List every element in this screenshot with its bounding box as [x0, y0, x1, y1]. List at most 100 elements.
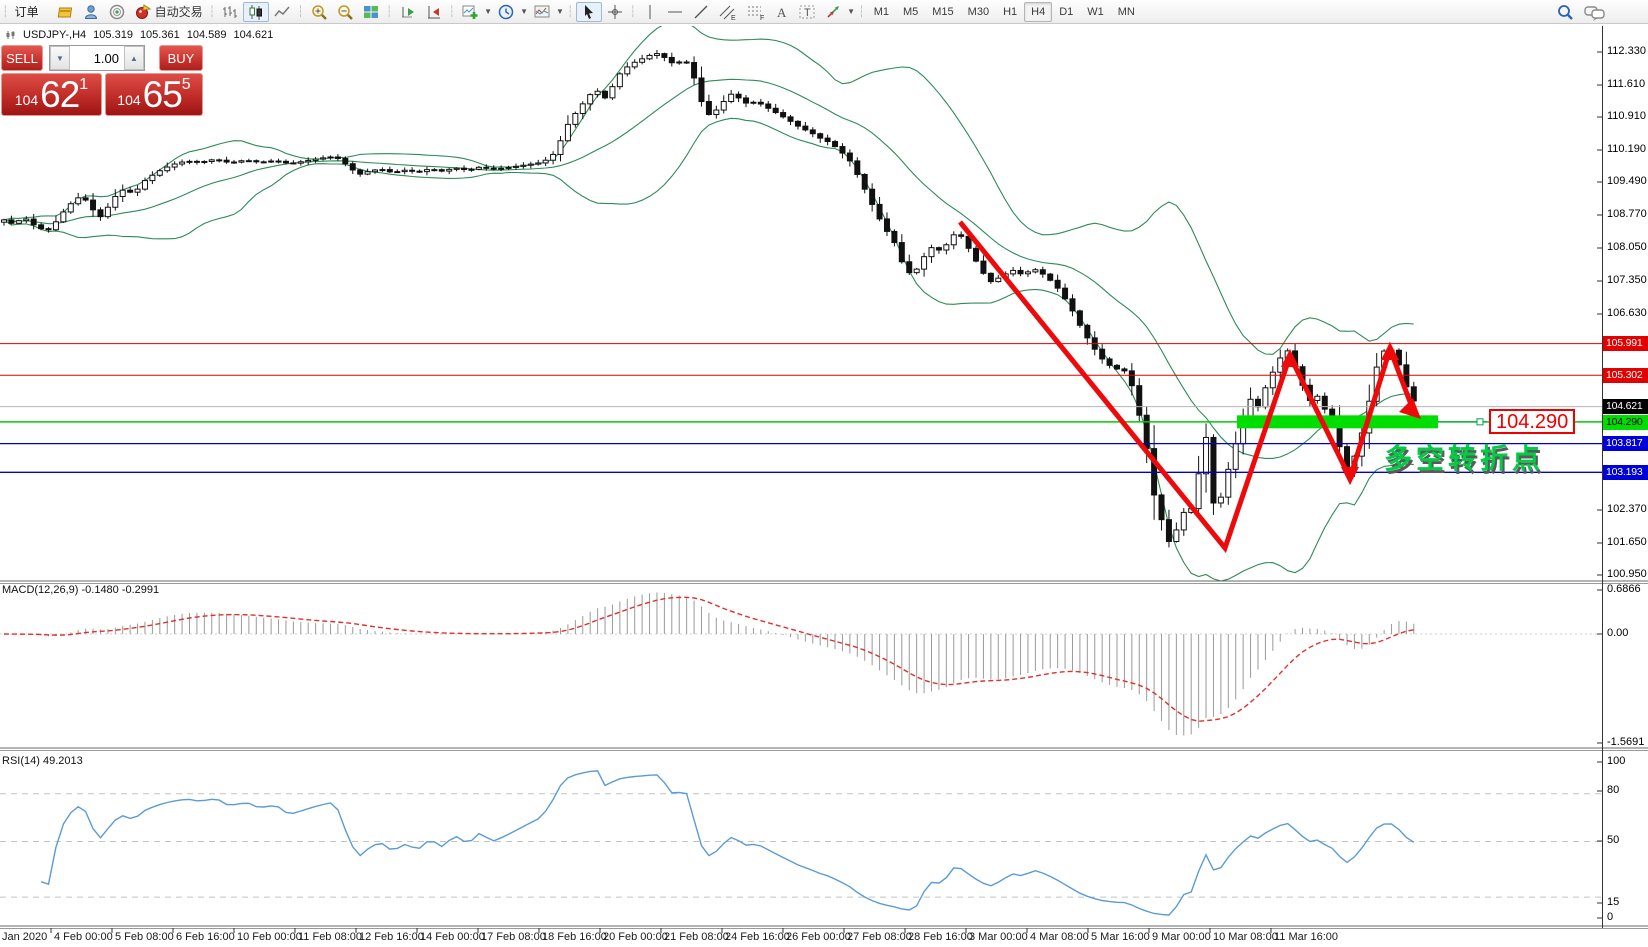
- turning-point-annotation[interactable]: 多空转折点: [1384, 437, 1544, 477]
- timeframe-button-H1[interactable]: H1: [996, 2, 1024, 22]
- time-axis-label: 5 Feb 08:00: [115, 931, 174, 943]
- sell-price-display[interactable]: 104 62 1: [1, 73, 102, 116]
- timeframe-button-W1[interactable]: W1: [1080, 2, 1111, 22]
- horizontal-line-tool[interactable]: [662, 2, 688, 22]
- zoom-in-button[interactable]: [306, 2, 332, 22]
- sell-button[interactable]: SELL: [1, 45, 43, 71]
- time-axis-label: 14 Feb 00:00: [420, 931, 485, 943]
- search-icon[interactable]: [1556, 3, 1574, 21]
- bars-mode-icon: [221, 3, 239, 21]
- auto-scroll-button[interactable]: [395, 2, 421, 22]
- signals-button[interactable]: [104, 2, 130, 22]
- time-axis-label: 21 Feb 08:00: [664, 931, 729, 943]
- chat-icon[interactable]: [1584, 3, 1606, 21]
- templates-caret[interactable]: ▼: [556, 7, 564, 16]
- toolbar-drag-handle: ┆: [630, 5, 637, 18]
- timeframe-button-M1[interactable]: M1: [867, 2, 896, 22]
- price-flag-label[interactable]: 104.290: [1489, 409, 1575, 434]
- volume-increase-button[interactable]: ▲: [124, 46, 144, 70]
- text-label-tool[interactable]: T: [794, 2, 820, 22]
- crosshair-tool-button[interactable]: [602, 2, 628, 22]
- new-order-button[interactable]: 新订单: [11, 2, 52, 22]
- autotrading-button[interactable]: 自动交易: [130, 2, 207, 22]
- trendline-tool[interactable]: [688, 2, 714, 22]
- templates-button[interactable]: [529, 2, 555, 22]
- radar-icon: [108, 3, 126, 21]
- time-axis-label: 24 Feb 16:00: [725, 931, 790, 943]
- price-badge: 103.193: [1603, 465, 1648, 480]
- one-click-trading-panel: SELL ▼ 1.00 ▲ BUY 104 62 1 104 65 5: [1, 45, 204, 116]
- rsi-axis-label: 80: [1607, 784, 1619, 796]
- channel-tool[interactable]: E: [714, 2, 742, 22]
- time-axis-label: 3 Mar 00:00: [969, 931, 1028, 943]
- cursor-tool-button[interactable]: [576, 2, 602, 22]
- text-tool[interactable]: A: [770, 2, 794, 22]
- price-axis-label: 109.490: [1607, 175, 1647, 187]
- template-icon: [533, 3, 551, 21]
- chart-shift-icon: [425, 3, 443, 21]
- chart-shift-button[interactable]: [421, 2, 447, 22]
- svg-text:T: T: [804, 7, 811, 19]
- price-axis-label: 110.190: [1607, 143, 1646, 155]
- rsi-axis-label: 100: [1607, 755, 1625, 767]
- timeframe-button-M5[interactable]: M5: [896, 2, 925, 22]
- timeframe-button-M15[interactable]: M15: [925, 2, 960, 22]
- volume-input[interactable]: 1.00: [70, 46, 124, 70]
- price-axis-label: 112.330: [1607, 45, 1646, 57]
- accounts-button[interactable]: [78, 2, 104, 22]
- new-chart-caret[interactable]: ▼: [484, 7, 492, 16]
- ohlc-open: 105.319: [93, 29, 133, 41]
- time-axis-label: 12 Feb 16:00: [359, 931, 424, 943]
- arrows-tool-caret[interactable]: ▼: [847, 7, 855, 16]
- line-chart-mode-button[interactable]: [269, 2, 295, 22]
- line-mode-icon: [273, 3, 291, 21]
- book-icon: [56, 3, 74, 21]
- new-chart-button[interactable]: [457, 2, 483, 22]
- vline-icon: [643, 3, 657, 21]
- toolbar-drag-handle: ┆: [449, 5, 456, 18]
- zoom-out-button[interactable]: [332, 2, 358, 22]
- price-badge: 104.621: [1603, 399, 1648, 414]
- bar-chart-mode-button[interactable]: [217, 2, 243, 22]
- toolbar-drag-handle: ┆: [2, 5, 9, 18]
- ohlc-high: 105.361: [140, 29, 180, 41]
- price-axis-label: 108.770: [1607, 208, 1647, 220]
- time-axis-label: 20 Feb 00:00: [603, 931, 668, 943]
- toolbar-right-group: [1556, 3, 1606, 21]
- timeframe-button-MN[interactable]: MN: [1111, 2, 1142, 22]
- time-axis-label: 6 Feb 16:00: [176, 931, 235, 943]
- buy-button[interactable]: BUY: [159, 45, 203, 71]
- timeframe-button-H4[interactable]: H4: [1024, 2, 1052, 22]
- timeframe-toolbar: M1M5M15M30H1H4D1W1MN: [867, 2, 1142, 22]
- buy-price-display[interactable]: 104 65 5: [105, 73, 203, 116]
- periods-caret[interactable]: ▼: [520, 7, 528, 16]
- vertical-line-tool[interactable]: [638, 2, 662, 22]
- time-axis-label: 4 Feb 00:00: [54, 931, 113, 943]
- arrows-tool[interactable]: [820, 2, 846, 22]
- person-icon: [82, 3, 100, 21]
- timeframe-button-M30[interactable]: M30: [961, 2, 996, 22]
- macd-pane: [0, 593, 1602, 736]
- label-icon: T: [798, 3, 816, 21]
- tile-windows-button[interactable]: [358, 2, 384, 22]
- candles-mode-icon: [247, 3, 265, 21]
- timeframe-button-D1[interactable]: D1: [1052, 2, 1080, 22]
- time-axis-label: 10 Mar 08:00: [1213, 931, 1278, 943]
- channel-icon: E: [718, 3, 738, 21]
- time-axis-label: 18 Feb 16:00: [542, 931, 607, 943]
- market-watch-button[interactable]: [52, 2, 78, 22]
- main-pane: [0, 22, 1602, 581]
- sell-price-big: 62: [40, 76, 79, 113]
- price-axis-label: 110.910: [1607, 110, 1646, 122]
- price-badge: 105.302: [1603, 368, 1648, 383]
- time-axis-label: 10 Feb 00:00: [237, 931, 302, 943]
- svg-text:F: F: [760, 15, 764, 21]
- volume-decrease-button[interactable]: ▼: [50, 46, 70, 70]
- rsi-value: 49.2013: [43, 755, 83, 767]
- candle-chart-mode-button[interactable]: [243, 2, 269, 22]
- periods-button[interactable]: [493, 2, 519, 22]
- macd-axis-label: 0.6866: [1607, 583, 1641, 595]
- symbol-ohlc-bar: USDJPY-,H4 105.319 105.361 104.589 104.6…: [6, 29, 273, 41]
- fibonacci-tool[interactable]: F: [742, 2, 770, 22]
- crosshair-icon: [606, 3, 624, 21]
